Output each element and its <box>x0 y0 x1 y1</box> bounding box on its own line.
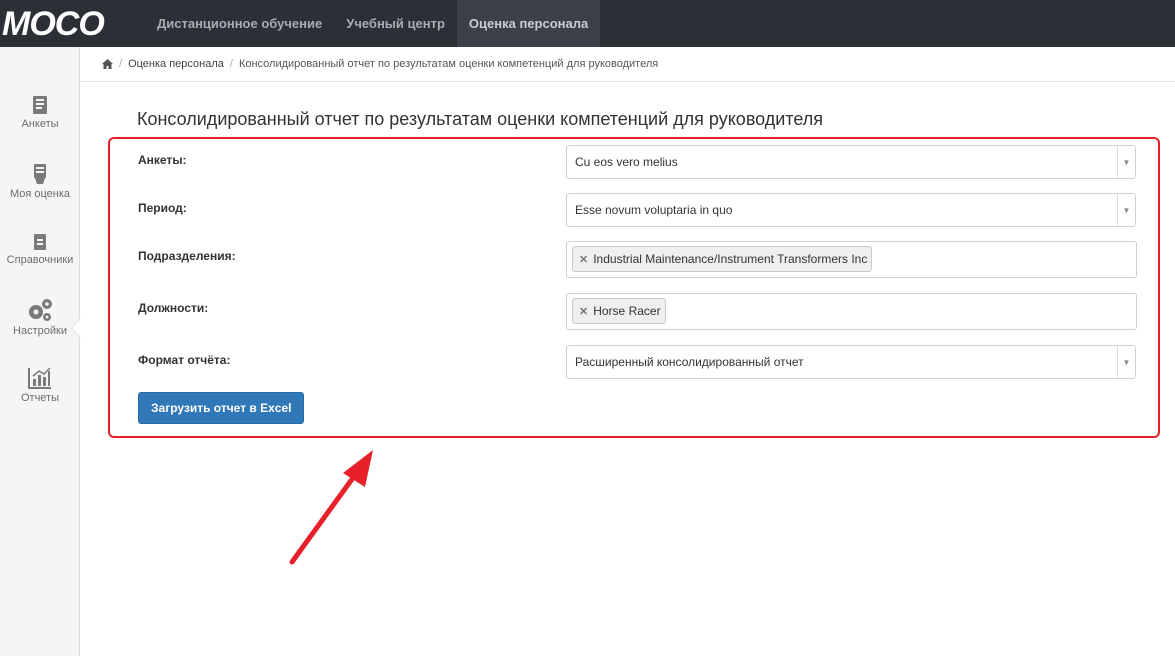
positions-label: Должности: <box>138 301 209 315</box>
top-navbar: MOCO Дистанционное обучение Учебный цент… <box>0 0 1175 47</box>
page-title: Консолидированный отчет по результатам о… <box>137 109 824 129</box>
sidebar-item-label: Отчеты <box>20 392 60 404</box>
gears-icon <box>29 299 52 321</box>
sidebar-item-questionnaires[interactable]: Анкеты <box>0 95 80 130</box>
period-select[interactable]: Esse novum voluptaria in quo ▼ <box>566 193 1136 227</box>
report-format-select[interactable]: Расширенный консолидированный отчет ▼ <box>566 345 1136 379</box>
chart-icon <box>28 367 51 389</box>
chevron-down-icon: ▼ <box>1117 146 1135 178</box>
home-icon[interactable] <box>102 59 113 69</box>
questionnaire-icon <box>33 96 47 114</box>
my-assessment-icon <box>34 164 46 184</box>
breadcrumb-section-link[interactable]: Оценка персонала <box>128 58 224 70</box>
breadcrumb-separator: / <box>229 58 233 70</box>
questionnaires-label: Анкеты: <box>138 153 187 167</box>
nav-distance-learning[interactable]: Дистанционное обучение <box>145 0 334 47</box>
breadcrumb-separator: / <box>119 58 123 70</box>
sidebar-item-my-assessment[interactable]: Моя оценка <box>0 163 80 200</box>
sidebar: Анкеты Моя оценка Справочники Настройки <box>0 47 80 656</box>
nav-training-center[interactable]: Учебный центр <box>334 0 457 47</box>
position-tag: ✕ Horse Racer <box>572 298 666 324</box>
sidebar-item-settings[interactable]: Настройки <box>0 298 80 337</box>
sidebar-item-directories[interactable]: Справочники <box>0 233 80 266</box>
department-tag: ✕ Industrial Maintenance/Instrument Tran… <box>572 246 873 272</box>
remove-tag-icon[interactable]: ✕ <box>579 305 588 318</box>
nav-personnel-assessment[interactable]: Оценка персонала <box>456 0 601 47</box>
positions-multiselect[interactable]: ✕ Horse Racer <box>566 293 1137 330</box>
position-tag-label: Horse Racer <box>593 304 661 318</box>
remove-tag-icon[interactable]: ✕ <box>579 253 588 266</box>
period-label: Период: <box>138 201 187 215</box>
department-tag-label: Industrial Maintenance/Instrument Transf… <box>593 252 868 266</box>
chevron-down-icon: ▼ <box>1117 346 1135 378</box>
sidebar-item-label: Настройки <box>13 325 67 337</box>
sidebar-item-reports[interactable]: Отчеты <box>0 367 80 404</box>
questionnaires-select[interactable]: Cu eos vero melius ▼ <box>566 145 1136 179</box>
directory-icon <box>34 234 46 250</box>
chevron-down-icon: ▼ <box>1117 194 1135 226</box>
report-form: Анкеты: Cu eos vero melius ▼ Период: Ess… <box>108 137 1160 438</box>
sidebar-item-label: Моя оценка <box>9 188 71 200</box>
period-value: Esse novum voluptaria in quo <box>575 203 733 217</box>
departments-label: Подразделения: <box>138 249 236 263</box>
report-format-value: Расширенный консолидированный отчет <box>575 355 804 369</box>
departments-multiselect[interactable]: ✕ Industrial Maintenance/Instrument Tran… <box>566 241 1137 278</box>
report-format-label: Формат отчёта: <box>138 353 231 367</box>
download-excel-button[interactable]: Загрузить отчет в Excel <box>138 392 305 424</box>
sidebar-item-label: Справочники <box>6 254 74 266</box>
active-pointer-fill <box>72 318 81 338</box>
breadcrumb-current: Консолидированный отчет по результатам о… <box>238 58 659 70</box>
moco-logo[interactable]: MOCO <box>0 0 145 47</box>
sidebar-item-label: Анкеты <box>21 118 59 130</box>
logo-text: MOCO <box>2 4 105 43</box>
breadcrumb: / Оценка персонала / Консолидированный о… <box>80 47 1175 82</box>
annotation-arrow-icon <box>289 450 373 565</box>
questionnaires-value: Cu eos vero melius <box>575 155 678 169</box>
